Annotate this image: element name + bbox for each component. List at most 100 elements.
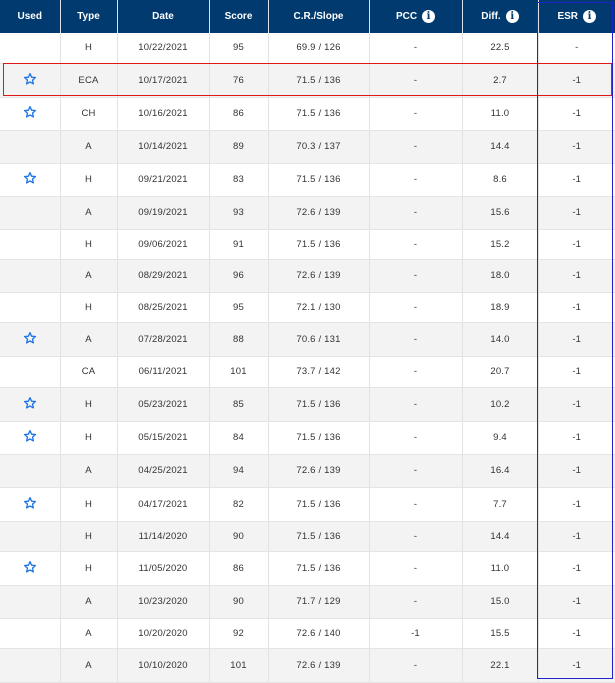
used-cell — [0, 521, 61, 552]
score-cell: 76 — [209, 63, 269, 98]
date-cell: 11/05/2020 — [117, 551, 210, 586]
score-cell: 101 — [209, 356, 269, 388]
table-row: H 05/23/2021 85 71.5 / 136-10.2 -1 — [0, 387, 615, 422]
table-row: A 10/20/2020 92 72.6 / 140 -1 15.5 -1 — [0, 618, 615, 649]
esr-cell: -1 — [538, 292, 615, 323]
table-row: A 10/23/2020 90 71.7 / 129-15.0 -1 — [0, 585, 615, 619]
score-cell: 96 — [209, 259, 269, 293]
type-cell: H — [60, 421, 118, 455]
date-cell: 04/25/2021 — [117, 454, 210, 488]
esr-cell: -1 — [538, 229, 615, 260]
score-cell: 101 — [209, 648, 269, 683]
info-icon[interactable]: i — [422, 10, 436, 23]
header-cr-slope[interactable]: C.R./Slope — [268, 0, 370, 33]
diff-cell: 9.4 — [462, 421, 539, 455]
pcc-cell: - — [369, 387, 463, 422]
cr-slope-cell: 70.3 / 137 — [268, 130, 370, 164]
cr-slope-cell: 72.6 / 139 — [268, 648, 370, 683]
used-cell — [0, 618, 61, 649]
diff-cell: 18.0 — [462, 259, 539, 293]
info-icon[interactable]: i — [505, 10, 519, 23]
cr-slope-cell: 71.5 / 136 — [268, 421, 370, 455]
type-cell: A — [60, 322, 118, 357]
diff-cell: 11.0 — [462, 551, 539, 586]
date-cell: 10/23/2020 — [117, 585, 210, 619]
pcc-cell: - — [369, 229, 463, 260]
esr-cell: -1 — [538, 322, 615, 357]
used-cell — [0, 454, 61, 488]
date-cell: 10/10/2020 — [117, 648, 210, 683]
used-cell — [0, 130, 61, 164]
type-cell: ECA — [60, 63, 118, 98]
star-icon — [23, 105, 37, 119]
diff-cell: 22.5 — [462, 33, 539, 64]
cr-slope-cell: 71.5 / 136 — [268, 521, 370, 552]
pcc-cell: - — [369, 292, 463, 323]
header-type[interactable]: Type — [60, 0, 118, 33]
header-pcc[interactable]: PCC i — [369, 0, 463, 33]
header-date[interactable]: Date — [117, 0, 210, 33]
esr-cell: -1 — [538, 130, 615, 164]
score-cell: 86 — [209, 551, 269, 586]
cr-slope-cell: 72.6 / 139 — [268, 454, 370, 488]
esr-cell: - — [538, 33, 615, 64]
cr-slope-cell: 71.5 / 136 — [268, 487, 370, 522]
cr-slope-cell: 72.1 / 130 — [268, 292, 370, 323]
header-diff[interactable]: Diff. i — [462, 0, 539, 33]
date-cell: 11/14/2020 — [117, 521, 210, 552]
score-cell: 85 — [209, 387, 269, 422]
cr-slope-cell: 69.9 / 126 — [268, 33, 370, 64]
date-cell: 10/14/2021 — [117, 130, 210, 164]
info-icon[interactable]: i — [583, 10, 597, 23]
star-icon — [23, 429, 37, 443]
type-cell: CH — [60, 97, 118, 131]
pcc-cell: - — [369, 421, 463, 455]
esr-cell: -1 — [538, 163, 615, 197]
table-header-row: Used Type Date Score C.R./Slope PCC i Dif… — [0, 0, 615, 33]
date-cell: 08/29/2021 — [117, 259, 210, 293]
star-icon — [23, 72, 37, 86]
cr-slope-cell: 73.7 / 142 — [268, 356, 370, 388]
score-cell: 84 — [209, 421, 269, 455]
header-esr[interactable]: ESR i — [538, 0, 615, 33]
scores-table: Used Type Date Score C.R./Slope PCC i Dif… — [0, 0, 615, 683]
type-cell: A — [60, 454, 118, 488]
used-cell — [0, 196, 61, 230]
type-cell: A — [60, 648, 118, 683]
esr-cell: -1 — [538, 551, 615, 586]
table-row: CH 10/16/2021 86 71.5 / 136-11.0 -1 — [0, 97, 615, 131]
table-body: H 10/22/2021 95 69.9 / 126-22.5- ECA 10/17/20… — [0, 33, 615, 683]
star-icon — [23, 396, 37, 410]
pcc-cell: - — [369, 648, 463, 683]
used-cell — [0, 163, 61, 197]
used-cell — [0, 585, 61, 619]
type-cell: A — [60, 130, 118, 164]
pcc-cell: - — [369, 63, 463, 98]
type-cell: A — [60, 259, 118, 293]
diff-cell: 14.4 — [462, 521, 539, 552]
cr-slope-cell: 71.5 / 136 — [268, 387, 370, 422]
score-cell: 92 — [209, 618, 269, 649]
header-used[interactable]: Used — [0, 0, 61, 33]
table-row: A 08/29/2021 96 72.6 / 139-18.0 -1 — [0, 259, 615, 293]
used-cell — [0, 421, 61, 455]
table-row: A 09/19/2021 93 72.6 / 139-15.6 -1 — [0, 196, 615, 230]
type-cell: H — [60, 387, 118, 422]
used-cell — [0, 229, 61, 260]
score-cell: 89 — [209, 130, 269, 164]
date-cell: 09/19/2021 — [117, 196, 210, 230]
date-cell: 05/15/2021 — [117, 421, 210, 455]
pcc-cell: - — [369, 97, 463, 131]
used-cell — [0, 487, 61, 522]
type-cell: H — [60, 521, 118, 552]
type-cell: H — [60, 163, 118, 197]
date-cell: 06/11/2021 — [117, 356, 210, 388]
header-score[interactable]: Score — [209, 0, 269, 33]
pcc-cell: - — [369, 585, 463, 619]
diff-cell: 10.2 — [462, 387, 539, 422]
cr-slope-cell: 70.6 / 131 — [268, 322, 370, 357]
diff-cell: 18.9 — [462, 292, 539, 323]
esr-cell: -1 — [538, 387, 615, 422]
diff-cell: 22.1 — [462, 648, 539, 683]
star-icon — [23, 496, 37, 510]
